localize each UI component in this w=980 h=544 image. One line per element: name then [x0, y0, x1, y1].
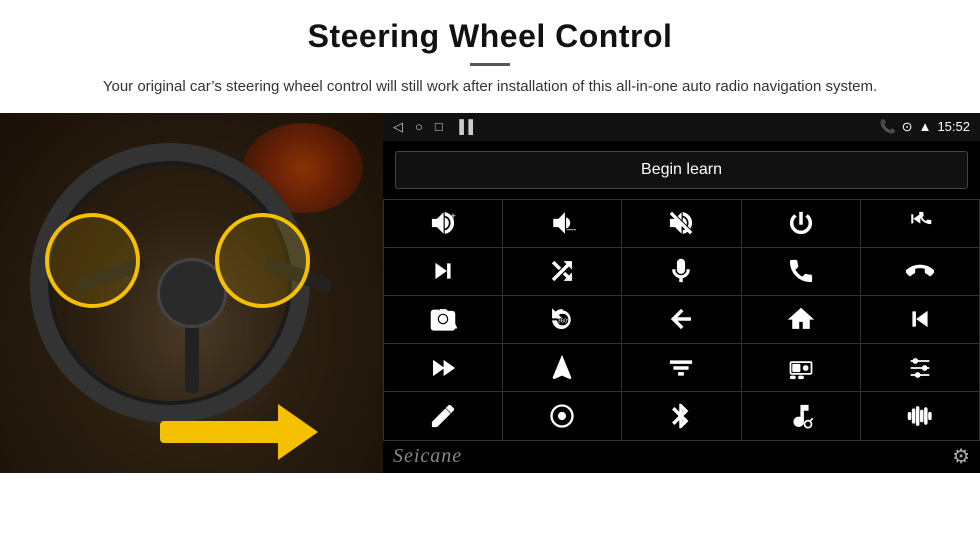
svg-text:▲: ▲ — [451, 322, 457, 331]
equalizer-icon — [667, 354, 695, 382]
time-display: 15:52 — [937, 119, 970, 134]
content-area: ◁ ○ □ ▐▐ 📞 ⊙ ▲ 15:52 Begin learn + — — [0, 113, 980, 473]
back-arrow-icon: ◁ — [393, 119, 403, 135]
mic-button[interactable] — [622, 248, 740, 295]
watermark-text: Seicane — [393, 445, 462, 468]
watermark-bar: Seicane ⚙ — [383, 441, 980, 473]
bluetooth-icon — [667, 402, 695, 430]
navigate-button[interactable] — [503, 344, 621, 391]
circle-dot-icon — [548, 402, 576, 430]
shuffle-button[interactable] — [503, 248, 621, 295]
bluetooth-button[interactable] — [622, 392, 740, 439]
header-subtitle: Your original car’s steering wheel contr… — [40, 76, 940, 99]
vol-up-icon: + — [429, 209, 457, 237]
highlight-circle-right — [215, 213, 310, 308]
camera-button[interactable]: ▲ — [384, 296, 502, 343]
vol-up-button[interactable]: + — [384, 200, 502, 247]
vol-mute-button[interactable] — [622, 200, 740, 247]
power-icon — [787, 209, 815, 237]
next-track-button[interactable] — [384, 248, 502, 295]
prev-track-phone-button[interactable] — [861, 200, 979, 247]
vol-down-icon: — — [548, 209, 576, 237]
back-nav-button[interactable] — [622, 296, 740, 343]
pen-icon — [429, 402, 457, 430]
back-nav-icon — [667, 305, 695, 333]
mic-icon — [667, 257, 695, 285]
header-section: Steering Wheel Control Your original car… — [0, 0, 980, 109]
title-divider — [470, 63, 510, 66]
arrow-body — [160, 421, 280, 443]
status-bar-left: ◁ ○ □ ▐▐ — [393, 119, 473, 135]
next-track-icon — [429, 257, 457, 285]
hangup-button[interactable] — [861, 248, 979, 295]
power-button[interactable] — [742, 200, 860, 247]
square-icon: □ — [435, 119, 443, 134]
gear-settings-icon[interactable]: ⚙ — [952, 444, 970, 469]
pen-button[interactable] — [384, 392, 502, 439]
sliders-button[interactable] — [861, 344, 979, 391]
circle-dot-button[interactable] — [503, 392, 621, 439]
waveform-button[interactable] — [861, 392, 979, 439]
begin-learn-row: Begin learn — [383, 141, 980, 199]
skip-prev-button[interactable] — [861, 296, 979, 343]
icon-grid: + — — [383, 199, 980, 441]
phone-button[interactable] — [742, 248, 860, 295]
arrow-head — [278, 404, 318, 460]
wifi-icon: ▲ — [919, 119, 932, 134]
dvr-icon — [787, 354, 815, 382]
svg-text:+: + — [450, 211, 456, 223]
highlight-circle-left — [45, 213, 140, 308]
begin-learn-button[interactable]: Begin learn — [395, 151, 968, 189]
page-title: Steering Wheel Control — [40, 18, 940, 55]
360-icon: 360° — [548, 305, 576, 333]
home-circle-icon: ○ — [415, 119, 423, 134]
shuffle-icon — [548, 257, 576, 285]
prev-track-phone-icon — [906, 209, 934, 237]
skip-prev-icon — [906, 305, 934, 333]
status-bar: ◁ ○ □ ▐▐ 📞 ⊙ ▲ 15:52 — [383, 113, 980, 141]
camera-icon: ▲ — [429, 305, 457, 333]
phone-status-icon: 📞 — [879, 119, 895, 135]
waveform-icon — [906, 402, 934, 430]
fast-forward-button[interactable] — [384, 344, 502, 391]
spoke-bottom — [185, 323, 199, 393]
svg-text:360°: 360° — [558, 319, 570, 325]
equalizer-button[interactable] — [622, 344, 740, 391]
arrow-pointer — [160, 421, 280, 443]
home-button[interactable] — [742, 296, 860, 343]
location-icon: ⊙ — [902, 119, 913, 135]
360-view-button[interactable]: 360° — [503, 296, 621, 343]
navigate-icon — [548, 354, 576, 382]
music-settings-button[interactable] — [742, 392, 860, 439]
fast-forward-icon — [429, 354, 457, 382]
steering-wheel-image — [0, 113, 383, 473]
sliders-icon — [906, 354, 934, 382]
vol-mute-icon — [667, 209, 695, 237]
svg-text:—: — — [567, 223, 576, 235]
head-unit: ◁ ○ □ ▐▐ 📞 ⊙ ▲ 15:52 Begin learn + — — [383, 113, 980, 473]
home-icon — [787, 305, 815, 333]
phone-icon — [787, 257, 815, 285]
vol-down-button[interactable]: — — [503, 200, 621, 247]
hangup-icon — [906, 257, 934, 285]
signal-icon: ▐▐ — [455, 119, 473, 134]
music-settings-icon — [787, 402, 815, 430]
status-bar-right: 📞 ⊙ ▲ 15:52 — [879, 119, 970, 135]
dvr-button[interactable] — [742, 344, 860, 391]
